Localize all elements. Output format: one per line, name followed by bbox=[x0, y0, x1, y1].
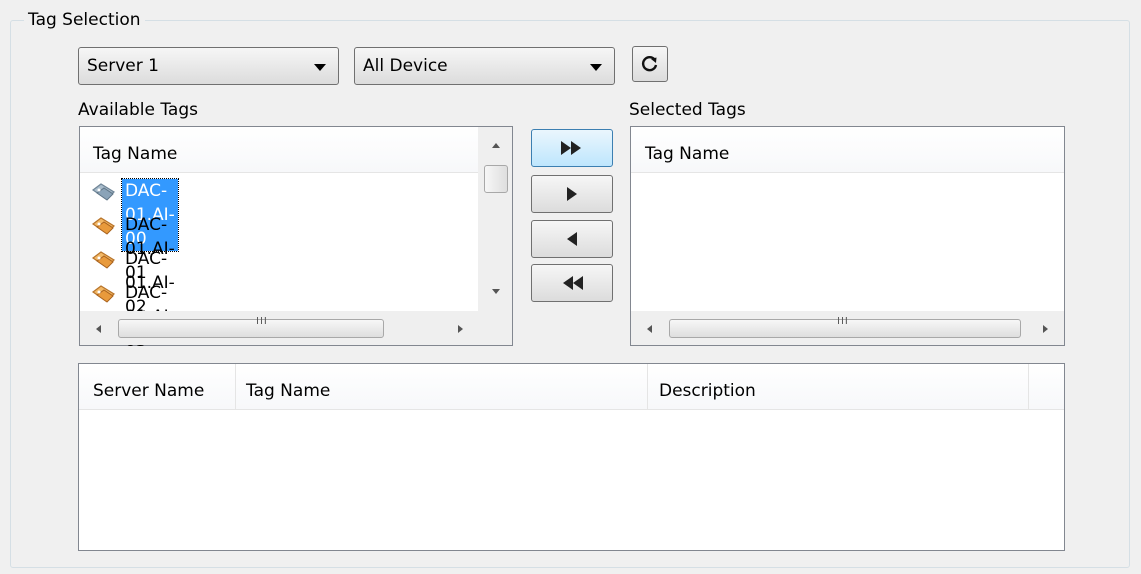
remove-all-button[interactable] bbox=[531, 264, 613, 302]
horizontal-scrollbar[interactable]: III bbox=[80, 311, 478, 345]
scroll-up-icon[interactable] bbox=[492, 143, 500, 148]
scrollbar-thumb[interactable] bbox=[118, 319, 384, 338]
scroll-left-icon[interactable] bbox=[647, 325, 652, 333]
available-tags-label: Available Tags bbox=[78, 100, 198, 120]
available-tags-header[interactable]: Tag Name bbox=[80, 127, 478, 173]
right-arrow-icon bbox=[567, 187, 577, 201]
column-header-tag-name[interactable]: Tag Name bbox=[246, 381, 330, 401]
column-divider[interactable] bbox=[1028, 364, 1029, 410]
selected-tags-list[interactable]: Tag Name III bbox=[630, 126, 1065, 346]
scrollbar-grip: III bbox=[837, 316, 849, 327]
column-divider[interactable] bbox=[235, 364, 236, 410]
vertical-scrollbar[interactable] bbox=[478, 127, 512, 311]
column-header-tag-name[interactable]: Tag Name bbox=[93, 144, 177, 164]
refresh-button[interactable] bbox=[632, 46, 668, 82]
double-left-arrow-icon bbox=[563, 276, 583, 290]
add-all-button[interactable] bbox=[531, 129, 613, 167]
device-dropdown-value: All Device bbox=[363, 56, 448, 76]
tag-details-table[interactable]: Server Name Tag Name Description bbox=[78, 363, 1065, 551]
column-header-server-name[interactable]: Server Name bbox=[93, 381, 204, 401]
chevron-down-icon bbox=[314, 64, 326, 71]
scrollbar-grip: III bbox=[256, 316, 268, 327]
scroll-down-icon[interactable] bbox=[492, 289, 500, 294]
chevron-down-icon bbox=[590, 64, 602, 71]
tag-blue-icon bbox=[91, 183, 116, 201]
tag-orange-icon bbox=[91, 217, 116, 235]
column-header-tag-name[interactable]: Tag Name bbox=[645, 144, 729, 164]
horizontal-scrollbar[interactable]: III bbox=[631, 311, 1064, 345]
scroll-right-icon[interactable] bbox=[1043, 325, 1048, 333]
server-dropdown-value: Server 1 bbox=[87, 56, 159, 76]
double-right-arrow-icon bbox=[561, 141, 581, 155]
table-header: Server Name Tag Name Description bbox=[79, 364, 1064, 410]
group-title: Tag Selection bbox=[24, 8, 145, 32]
remove-button[interactable] bbox=[531, 220, 613, 258]
scrollbar-corner bbox=[478, 311, 512, 345]
add-button[interactable] bbox=[531, 175, 613, 213]
selected-tags-label: Selected Tags bbox=[629, 100, 746, 120]
scroll-right-icon[interactable] bbox=[458, 325, 463, 333]
refresh-icon bbox=[641, 55, 658, 72]
device-dropdown[interactable]: All Device bbox=[354, 47, 615, 85]
selected-tags-header[interactable]: Tag Name bbox=[631, 127, 1064, 173]
column-header-description[interactable]: Description bbox=[659, 381, 756, 401]
scroll-left-icon[interactable] bbox=[96, 325, 101, 333]
server-dropdown[interactable]: Server 1 bbox=[78, 47, 339, 85]
left-arrow-icon bbox=[567, 232, 577, 246]
tag-orange-icon bbox=[91, 251, 116, 269]
column-divider[interactable] bbox=[647, 364, 648, 410]
scrollbar-thumb[interactable] bbox=[484, 165, 508, 193]
available-tags-list[interactable]: Tag Name DAC-01.AI-00 DAC-01.AI-01 DAC-0… bbox=[79, 126, 513, 351]
tag-orange-icon bbox=[91, 285, 116, 303]
